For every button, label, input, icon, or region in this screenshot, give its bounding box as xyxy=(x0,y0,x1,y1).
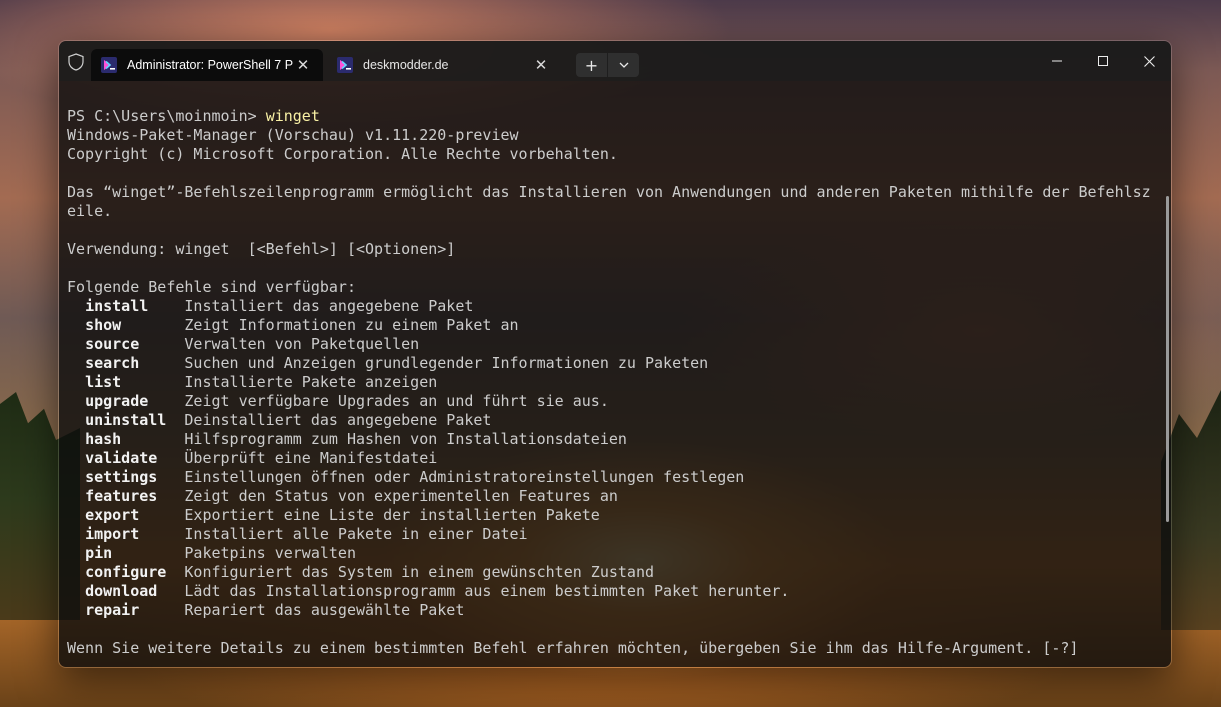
command-description: Zeigt Informationen zu einem Paket an xyxy=(184,316,519,334)
command-name: hash xyxy=(85,430,185,448)
command-description: Installiert das angegebene Paket xyxy=(184,297,474,315)
command-description: Installierte Pakete anzeigen xyxy=(184,373,438,391)
command-description: Zeigt verfügbare Upgrades an und führt s… xyxy=(184,392,609,410)
maximize-icon xyxy=(1098,56,1108,66)
terminal-window: Administrator: PowerShell 7 P ✕ deskmodd… xyxy=(58,40,1172,668)
command-description: Suchen und Anzeigen grundlegender Inform… xyxy=(184,354,709,372)
maximize-button[interactable] xyxy=(1080,41,1126,81)
command-name: repair xyxy=(85,601,185,619)
command-name: configure xyxy=(85,563,185,581)
description-line: eile. xyxy=(67,202,113,220)
minimize-icon xyxy=(1052,60,1062,62)
command-description: Exportiert eine Liste der installierten … xyxy=(184,506,600,524)
title-bar[interactable]: Administrator: PowerShell 7 P ✕ deskmodd… xyxy=(59,41,1171,81)
command-description: Repariert das ausgewählte Paket xyxy=(184,601,465,619)
minimize-button[interactable] xyxy=(1034,41,1080,81)
commands-heading: Folgende Befehle sind verfügbar: xyxy=(67,278,356,296)
command-name: pin xyxy=(85,544,185,562)
command-description: Paketpins verwalten xyxy=(184,544,356,562)
chevron-down-icon[interactable] xyxy=(608,53,639,77)
close-tab-icon[interactable]: ✕ xyxy=(293,55,313,75)
header-line: Windows-Paket-Manager (Vorschau) v1.11.2… xyxy=(67,126,519,144)
prompt: PS C:\Users\moinmoin> xyxy=(67,107,266,125)
header-line: Copyright (c) Microsoft Corporation. All… xyxy=(67,145,618,163)
close-icon xyxy=(1143,55,1155,67)
command-name: export xyxy=(85,506,185,524)
terminal-text: PS C:\Users\moinmoin> winget Windows-Pak… xyxy=(67,107,1171,658)
command-name: list xyxy=(85,373,185,391)
command-name: download xyxy=(85,582,185,600)
command-name: settings xyxy=(85,468,185,486)
powershell-icon xyxy=(101,57,117,73)
tab-title: deskmodder.de xyxy=(363,58,449,72)
command-name: source xyxy=(85,335,185,353)
description-line: Das “winget”-Befehlszeilenprogramm ermög… xyxy=(67,183,1151,201)
command-description: Zeigt den Status von experimentellen Fea… xyxy=(184,487,618,505)
command-description: Konfiguriert das System in einem gewünsc… xyxy=(184,563,655,581)
typed-command: winget xyxy=(265,107,320,125)
command-description: Deinstalliert das angegebene Paket xyxy=(184,411,492,429)
close-button[interactable] xyxy=(1126,41,1171,81)
command-name: search xyxy=(85,354,185,372)
usage-line: Verwendung: winget [<Befehl>] [<Optionen… xyxy=(67,240,456,258)
tab-title: Administrator: PowerShell 7 P xyxy=(127,58,293,72)
powershell-icon xyxy=(337,57,353,73)
terminal-output[interactable]: PS C:\Users\moinmoin> winget Windows-Pak… xyxy=(59,81,1171,667)
close-tab-icon[interactable]: ✕ xyxy=(531,55,551,75)
command-name: upgrade xyxy=(85,392,185,410)
command-description: Hilfsprogramm zum Hashen von Installatio… xyxy=(184,430,627,448)
new-tab-group: + xyxy=(576,53,639,77)
command-name: validate xyxy=(85,449,185,467)
tab-deskmodder[interactable]: deskmodder.de ✕ xyxy=(327,49,561,81)
command-name: uninstall xyxy=(85,411,185,429)
tab-powershell[interactable]: Administrator: PowerShell 7 P ✕ xyxy=(91,49,323,81)
command-description: Lädt das Installationsprogramm aus einem… xyxy=(184,582,790,600)
command-name: import xyxy=(85,525,185,543)
command-description: Überprüft eine Manifestdatei xyxy=(184,449,438,467)
command-description: Einstellungen öffnen oder Administratore… xyxy=(184,468,745,486)
footer-line: Wenn Sie weitere Details zu einem bestim… xyxy=(67,639,1079,657)
new-tab-button[interactable]: + xyxy=(576,53,608,77)
command-name: install xyxy=(85,297,185,315)
command-description: Installiert alle Pakete in einer Datei xyxy=(184,525,528,543)
shield-icon xyxy=(65,51,87,73)
command-description: Verwalten von Paketquellen xyxy=(184,335,420,353)
scrollbar[interactable] xyxy=(1166,196,1169,522)
command-name: features xyxy=(85,487,185,505)
command-name: show xyxy=(85,316,185,334)
